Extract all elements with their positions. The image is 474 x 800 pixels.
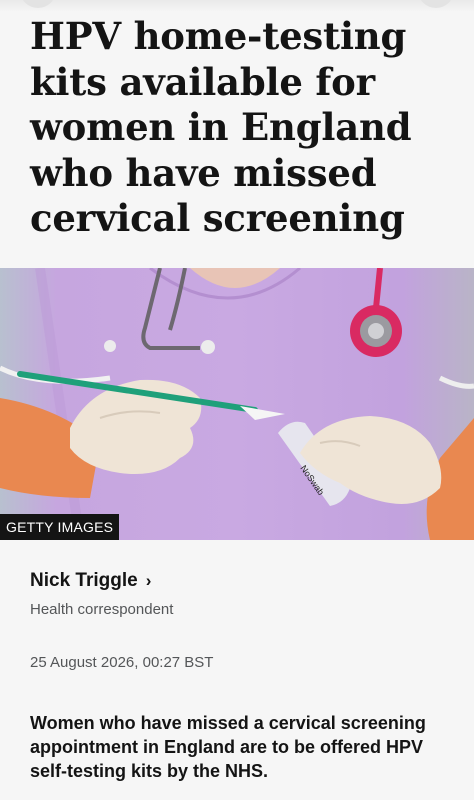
nurse-with-swab-illustration: NoSwab [0,268,474,540]
author-name[interactable]: Nick Triggle [30,570,138,592]
top-edge [0,0,474,12]
author-role: Health correspondent [30,601,174,618]
byline: Nick Triggle › Health correspondent [30,570,173,618]
publish-date: 25 August 2026, 00:27 BST [30,654,214,671]
article-headline: HPV home-testing kits available for wome… [30,14,412,240]
chevron-right-icon[interactable]: › [146,571,152,591]
article-lede: Women who have missed a cervical screeni… [30,713,426,781]
hero-image: NoSwab GETTY IMAGES [0,268,474,540]
image-credit: GETTY IMAGES [0,514,120,540]
author-link[interactable]: Nick Triggle › [30,570,173,592]
